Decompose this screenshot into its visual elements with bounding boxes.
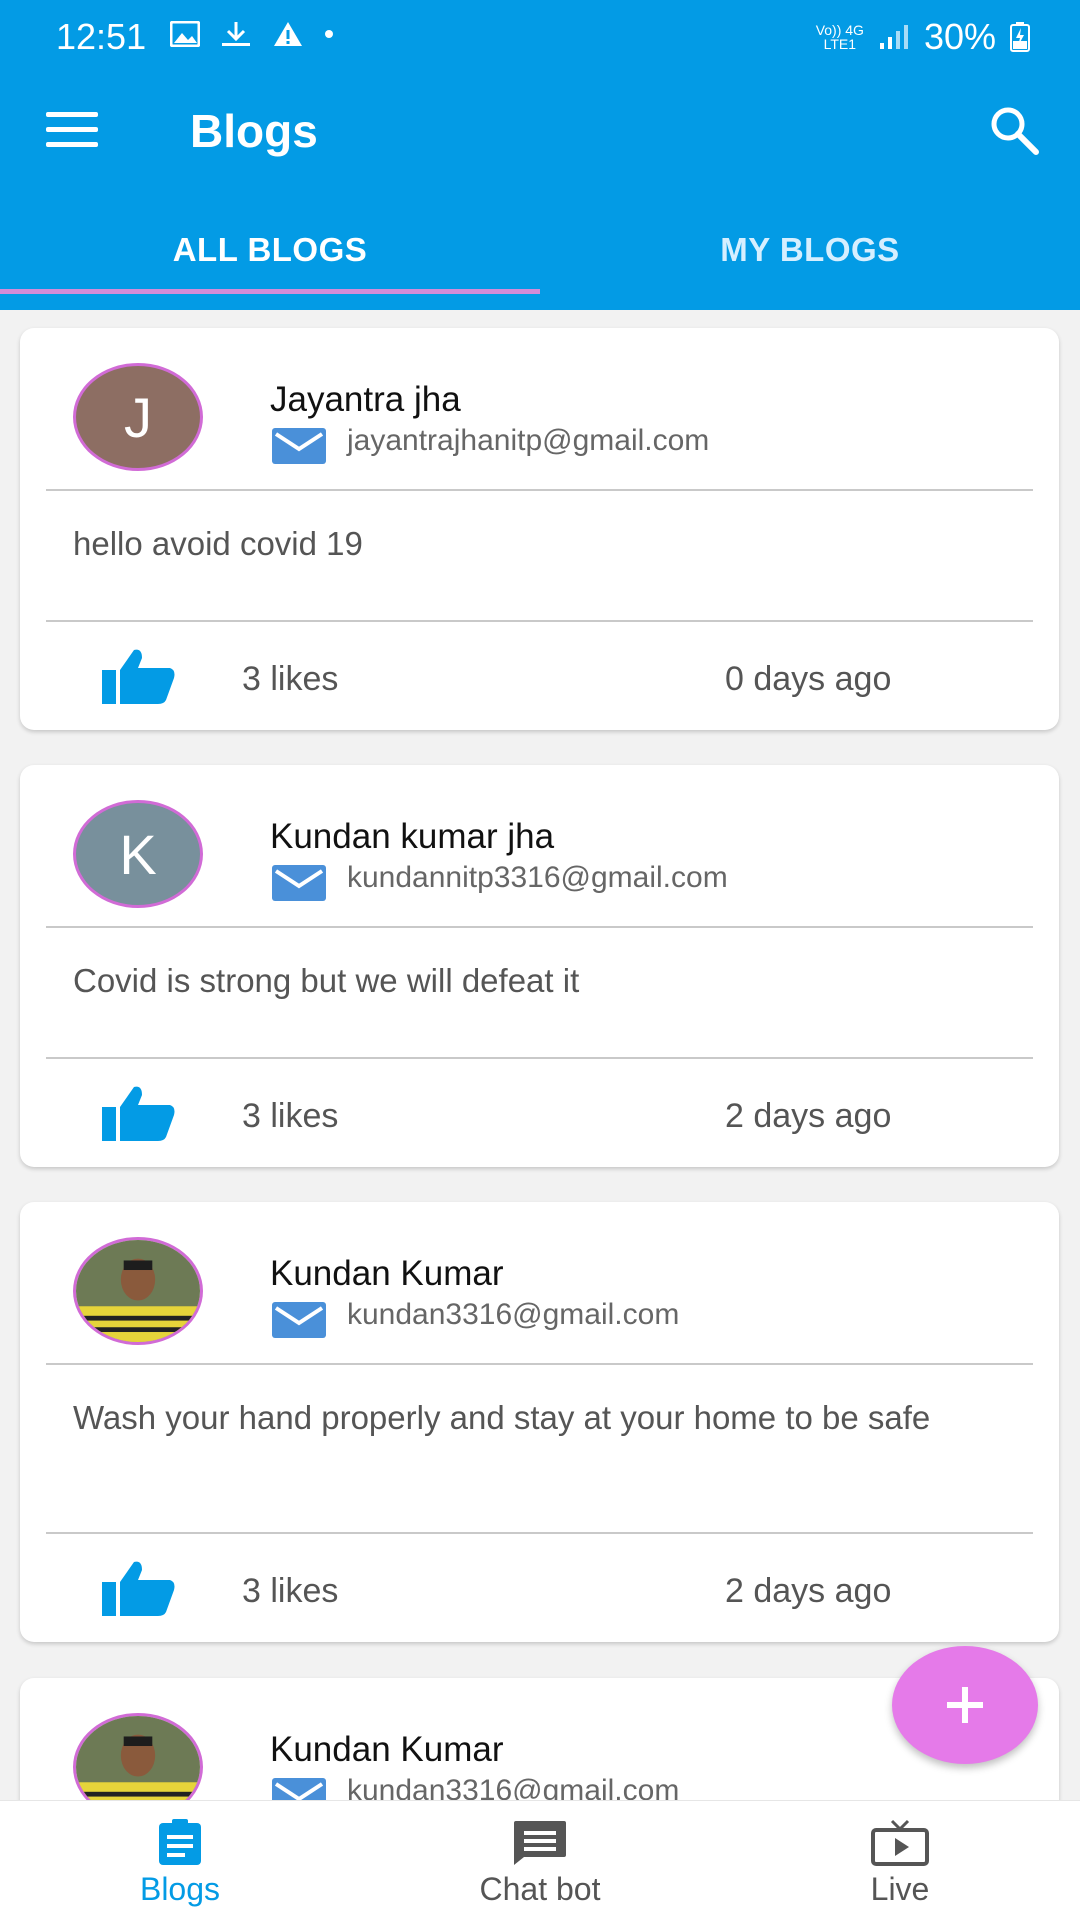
divider bbox=[46, 620, 1033, 622]
chat-icon bbox=[514, 1821, 566, 1865]
tab-my-blogs[interactable]: MY BLOGS bbox=[540, 190, 1080, 310]
download-icon bbox=[222, 22, 250, 46]
author-email: jayantrajhanitp@gmail.com bbox=[347, 424, 710, 457]
avatar: J bbox=[73, 363, 203, 471]
divider bbox=[46, 489, 1033, 491]
network-type: Vo)) 4G bbox=[815, 22, 864, 38]
blog-text: hello avoid covid 19 bbox=[73, 525, 363, 562]
notification-icons bbox=[170, 20, 334, 48]
post-age: 2 days ago bbox=[725, 1097, 892, 1135]
document-icon bbox=[159, 1819, 201, 1865]
author-email: kundannitp3316@gmail.com bbox=[347, 861, 728, 894]
author-name: Kundan Kumar bbox=[270, 1730, 504, 1769]
divider bbox=[46, 1363, 1033, 1365]
add-blog-button[interactable] bbox=[892, 1646, 1038, 1764]
blog-card[interactable]: Kundan Kumar kundan3316@gmail.com Wash y… bbox=[20, 1202, 1059, 1642]
warning-icon bbox=[274, 22, 302, 46]
post-age: 0 days ago bbox=[725, 660, 892, 698]
avatar: K bbox=[73, 800, 203, 908]
menu-button[interactable] bbox=[46, 112, 98, 148]
like-count: 3 likes bbox=[242, 660, 339, 698]
mail-icon bbox=[272, 1778, 326, 1800]
like-icon[interactable] bbox=[100, 648, 176, 706]
menu-icon bbox=[46, 112, 98, 117]
post-age: 2 days ago bbox=[725, 1572, 892, 1610]
page-title: Blogs bbox=[190, 105, 318, 157]
nav-label: Blogs bbox=[139, 1871, 221, 1907]
like-icon[interactable] bbox=[100, 1085, 176, 1143]
profile-photo bbox=[76, 1240, 200, 1342]
like-icon[interactable] bbox=[100, 1560, 176, 1618]
bottom-navigation: Blogs Chat bot Live bbox=[0, 1800, 1080, 1920]
network-indicator: Vo)) 4G LTE1 bbox=[816, 23, 864, 51]
image-icon bbox=[170, 21, 200, 47]
nav-label: Live bbox=[870, 1871, 930, 1907]
tab-bar: ALL BLOGS MY BLOGS bbox=[0, 190, 1080, 310]
profile-photo bbox=[76, 1716, 200, 1800]
blog-text: Covid is strong but we will defeat it bbox=[73, 962, 580, 999]
app-bar: Blogs bbox=[0, 72, 1080, 190]
network-sim: LTE1 bbox=[823, 36, 857, 52]
status-time: 12:51 bbox=[56, 16, 147, 57]
author-name: Kundan kumar jha bbox=[270, 817, 555, 856]
divider bbox=[46, 1057, 1033, 1059]
author-name: Jayantra jha bbox=[270, 380, 461, 419]
tab-all-blogs[interactable]: ALL BLOGS bbox=[0, 190, 540, 310]
dot-icon bbox=[325, 30, 333, 38]
nav-live[interactable]: Live bbox=[720, 1801, 1080, 1920]
battery-charging-icon bbox=[1010, 22, 1030, 52]
like-count: 3 likes bbox=[242, 1097, 339, 1135]
divider bbox=[46, 1532, 1033, 1534]
nav-blogs[interactable]: Blogs bbox=[0, 1801, 360, 1920]
tab-label: ALL BLOGS bbox=[172, 231, 368, 268]
author-email: kundan3316@gmail.com bbox=[347, 1298, 680, 1331]
nav-chat-bot[interactable]: Chat bot bbox=[360, 1801, 720, 1920]
blog-card[interactable]: K Kundan kumar jha kundannitp3316@gmail.… bbox=[20, 765, 1059, 1167]
tab-label: MY BLOGS bbox=[720, 231, 900, 268]
blog-card[interactable]: J Jayantra jha jayantrajhanitp@gmail.com… bbox=[20, 328, 1059, 730]
mail-icon bbox=[272, 865, 326, 901]
signal-icon bbox=[879, 25, 908, 49]
divider bbox=[46, 926, 1033, 928]
plus-icon bbox=[947, 1687, 983, 1723]
tab-indicator bbox=[0, 289, 540, 294]
status-bar: 12:51 Vo)) 4G LTE1 30% bbox=[0, 0, 1080, 72]
author-email: kundan3316@gmail.com bbox=[347, 1774, 680, 1800]
mail-icon bbox=[272, 1302, 326, 1338]
mail-icon bbox=[272, 428, 326, 464]
avatar bbox=[73, 1237, 203, 1345]
blog-list[interactable]: J Jayantra jha jayantrajhanitp@gmail.com… bbox=[0, 310, 1080, 1800]
avatar bbox=[73, 1713, 203, 1800]
like-count: 3 likes bbox=[242, 1572, 339, 1610]
battery-percent: 30% bbox=[923, 16, 996, 57]
author-name: Kundan Kumar bbox=[270, 1254, 504, 1293]
nav-label: Chat bot bbox=[479, 1871, 601, 1907]
blog-text: Wash your hand properly and stay at your… bbox=[73, 1399, 931, 1436]
tv-icon bbox=[871, 1819, 929, 1866]
search-icon[interactable] bbox=[986, 102, 1042, 158]
